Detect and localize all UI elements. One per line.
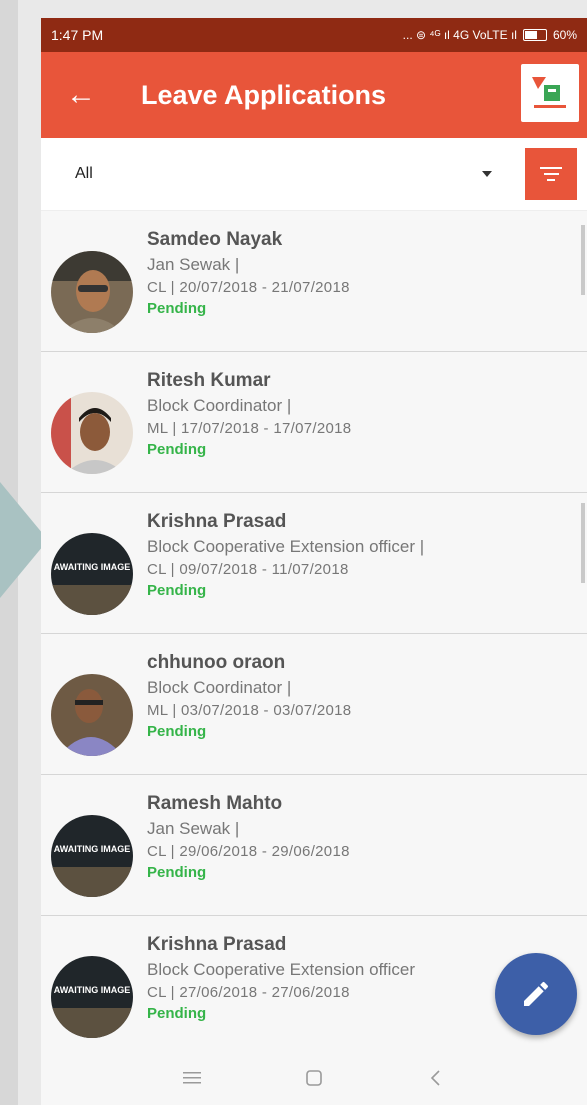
status-badge: Pending <box>147 300 207 317</box>
avatar <box>51 674 133 756</box>
home-nav-icon[interactable] <box>299 1063 329 1093</box>
phone-screen: 1:47 PM ... ⊜ ⁴ᴳ ıl 4G VoLTE ıl 60% ← Le… <box>41 18 587 1105</box>
scrollbar-indicator[interactable] <box>581 503 585 583</box>
status-time: 1:47 PM <box>51 27 104 43</box>
list-item[interactable]: AWAITING IMAGE Ramesh Mahto Jan Sewak | … <box>41 775 587 916</box>
list-item[interactable]: chhunoo oraon Block Coordinator | ML | 0… <box>41 634 587 775</box>
back-arrow-icon[interactable]: ← <box>41 52 121 138</box>
status-badge: Pending <box>147 582 207 599</box>
filter-button[interactable] <box>525 148 577 200</box>
avatar <box>51 251 133 333</box>
battery-percent: 60% <box>552 28 577 42</box>
status-filter-dropdown[interactable]: All <box>41 138 506 210</box>
battery-icon <box>522 29 547 41</box>
leave-application-list: Samdeo Nayak Jan Sewak | CL | 20/07/2018… <box>41 211 587 1051</box>
avatar <box>51 392 133 474</box>
avatar: AWAITING IMAGE <box>51 956 133 1038</box>
status-badge: Pending <box>147 864 207 881</box>
avatar: AWAITING IMAGE <box>51 533 133 615</box>
dropdown-value: All <box>75 165 93 182</box>
avatar-placeholder-text: AWAITING IMAGE <box>54 844 131 854</box>
status-badge: Pending <box>147 1005 207 1022</box>
designation: Jan Sewak | <box>147 255 240 274</box>
designation: Jan Sewak | <box>147 819 240 838</box>
designation: Block Coordinator | <box>147 396 292 415</box>
status-bar: 1:47 PM ... ⊜ ⁴ᴳ ıl 4G VoLTE ıl 60% <box>41 18 587 52</box>
status-indicators: ... ⊜ ⁴ᴳ ıl 4G VoLTE ıl 60% <box>403 28 577 42</box>
filter-row: All <box>41 138 587 211</box>
edit-fab-button[interactable] <box>495 953 577 1035</box>
dropdown-caret-icon <box>482 171 492 177</box>
back-nav-icon[interactable] <box>421 1063 451 1093</box>
avatar-placeholder-text: AWAITING IMAGE <box>54 985 131 995</box>
applicant-name: Ritesh Kumar <box>147 370 271 391</box>
leave-dates: CL | 27/06/2018 - 27/06/2018 <box>147 984 350 1001</box>
applicant-name: Samdeo Nayak <box>147 229 283 250</box>
system-nav-bar <box>41 1051 587 1105</box>
app-bar: ← Leave Applications <box>41 52 587 138</box>
leave-dates: ML | 03/07/2018 - 03/07/2018 <box>147 702 352 719</box>
list-item[interactable]: Ritesh Kumar Block Coordinator | ML | 17… <box>41 352 587 493</box>
leave-dates: CL | 29/06/2018 - 29/06/2018 <box>147 843 350 860</box>
designation: Block Cooperative Extension officer | <box>147 537 425 556</box>
applicant-name: chhunoo oraon <box>147 652 286 673</box>
designation: Block Coordinator | <box>147 678 292 697</box>
applicant-name: Krishna Prasad <box>147 511 287 532</box>
list-item[interactable]: AWAITING IMAGE Krishna Prasad Block Coop… <box>41 493 587 634</box>
leave-dates: ML | 17/07/2018 - 17/07/2018 <box>147 420 352 437</box>
signal-indicators: ... ⊜ ⁴ᴳ ıl 4G VoLTE ıl <box>402 28 517 42</box>
scrollbar-indicator[interactable] <box>581 225 585 295</box>
status-badge: Pending <box>147 723 207 740</box>
menu-nav-icon[interactable] <box>177 1063 207 1093</box>
applicant-name: Ramesh Mahto <box>147 793 283 814</box>
avatar-placeholder-text: AWAITING IMAGE <box>54 562 131 572</box>
designation: Block Cooperative Extension officer <box>147 960 416 979</box>
edit-pencil-icon <box>524 981 548 1006</box>
app-logo <box>521 64 579 122</box>
avatar: AWAITING IMAGE <box>51 815 133 897</box>
leave-dates: CL | 09/07/2018 - 11/07/2018 <box>147 561 349 578</box>
applicant-name: Krishna Prasad <box>147 934 287 955</box>
leave-dates: CL | 20/07/2018 - 21/07/2018 <box>147 279 350 296</box>
list-item[interactable]: Samdeo Nayak Jan Sewak | CL | 20/07/2018… <box>41 211 587 352</box>
page-title: Leave Applications <box>141 79 387 110</box>
filter-icon <box>540 167 562 169</box>
status-badge: Pending <box>147 441 207 458</box>
